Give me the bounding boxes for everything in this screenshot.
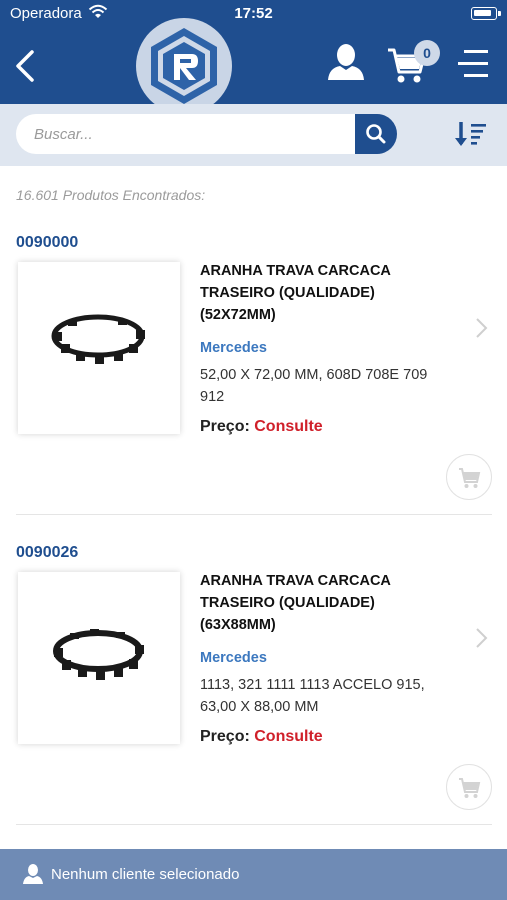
product-title: ARANHA TRAVA CARCACA TRASEIRO (QUALIDADE… <box>200 263 391 323</box>
add-to-cart-button[interactable] <box>446 454 492 500</box>
product-card[interactable]: 0090000 ARANHA TRAVA CARCACA TRASEIRO (Q… <box>0 234 507 544</box>
price-value: Consulte <box>254 728 323 745</box>
sort-descending-icon <box>455 122 486 146</box>
retaining-ring-image <box>53 629 144 680</box>
battery-icon <box>471 7 497 20</box>
product-description: 1113, 321 1111 1113 ACCELO 915, 63,00 X … <box>200 677 425 715</box>
product-description: 52,00 X 72,00 MM, 608D 708E 709 912 <box>200 367 428 405</box>
price-value: Consulte <box>254 418 323 435</box>
product-divider <box>16 514 492 515</box>
top-navigation-bar: Operadora 17:52 0 <box>0 0 507 114</box>
product-divider <box>16 824 492 825</box>
product-card[interactable]: 0090026 ARANHA TRAVA CARCACA TRASEIRO (Q… <box>0 544 507 854</box>
brand-logo[interactable] <box>136 18 232 114</box>
product-title: ARANHA TRAVA CARCACA TRASEIRO (QUALIDADE… <box>200 573 391 633</box>
results-count: 16.601 Produtos Encontrados: <box>16 187 206 203</box>
search-icon <box>366 124 386 144</box>
back-button[interactable] <box>8 44 44 88</box>
chevron-right-icon[interactable] <box>474 626 490 650</box>
menu-button[interactable] <box>456 46 490 82</box>
retaining-ring-image <box>51 314 145 364</box>
product-brand: Mercedes <box>200 650 267 666</box>
sort-button[interactable] <box>452 118 490 152</box>
status-bar: Operadora 17:52 <box>0 0 507 28</box>
search-input[interactable] <box>16 114 358 154</box>
chevron-right-icon[interactable] <box>474 316 490 340</box>
price-label: Preço: <box>200 728 250 745</box>
brand-logo-icon <box>151 28 217 104</box>
product-brand: Mercedes <box>200 340 267 356</box>
product-price: Preço: Consulte <box>200 418 323 436</box>
user-icon <box>328 44 364 80</box>
battery-tip <box>498 11 501 16</box>
product-image[interactable] <box>18 572 180 744</box>
chevron-left-icon <box>16 50 34 82</box>
product-image[interactable] <box>18 262 180 434</box>
hamburger-menu-icon <box>458 50 488 77</box>
add-to-cart-button[interactable] <box>446 764 492 810</box>
cart-icon <box>459 778 481 798</box>
status-time: 17:52 <box>234 5 273 22</box>
cart-icon <box>459 468 481 488</box>
client-status-text: Nenhum cliente selecionado <box>51 866 240 883</box>
price-label: Preço: <box>200 418 250 435</box>
user-button[interactable] <box>326 42 366 84</box>
product-price: Preço: Consulte <box>200 728 323 746</box>
cart-count-badge: 0 <box>414 40 440 66</box>
product-code: 0090000 <box>16 234 79 251</box>
client-selection-bar[interactable]: Nenhum cliente selecionado <box>0 849 507 900</box>
search-button[interactable] <box>355 114 397 154</box>
user-icon <box>22 863 44 885</box>
product-code: 0090026 <box>16 544 79 561</box>
